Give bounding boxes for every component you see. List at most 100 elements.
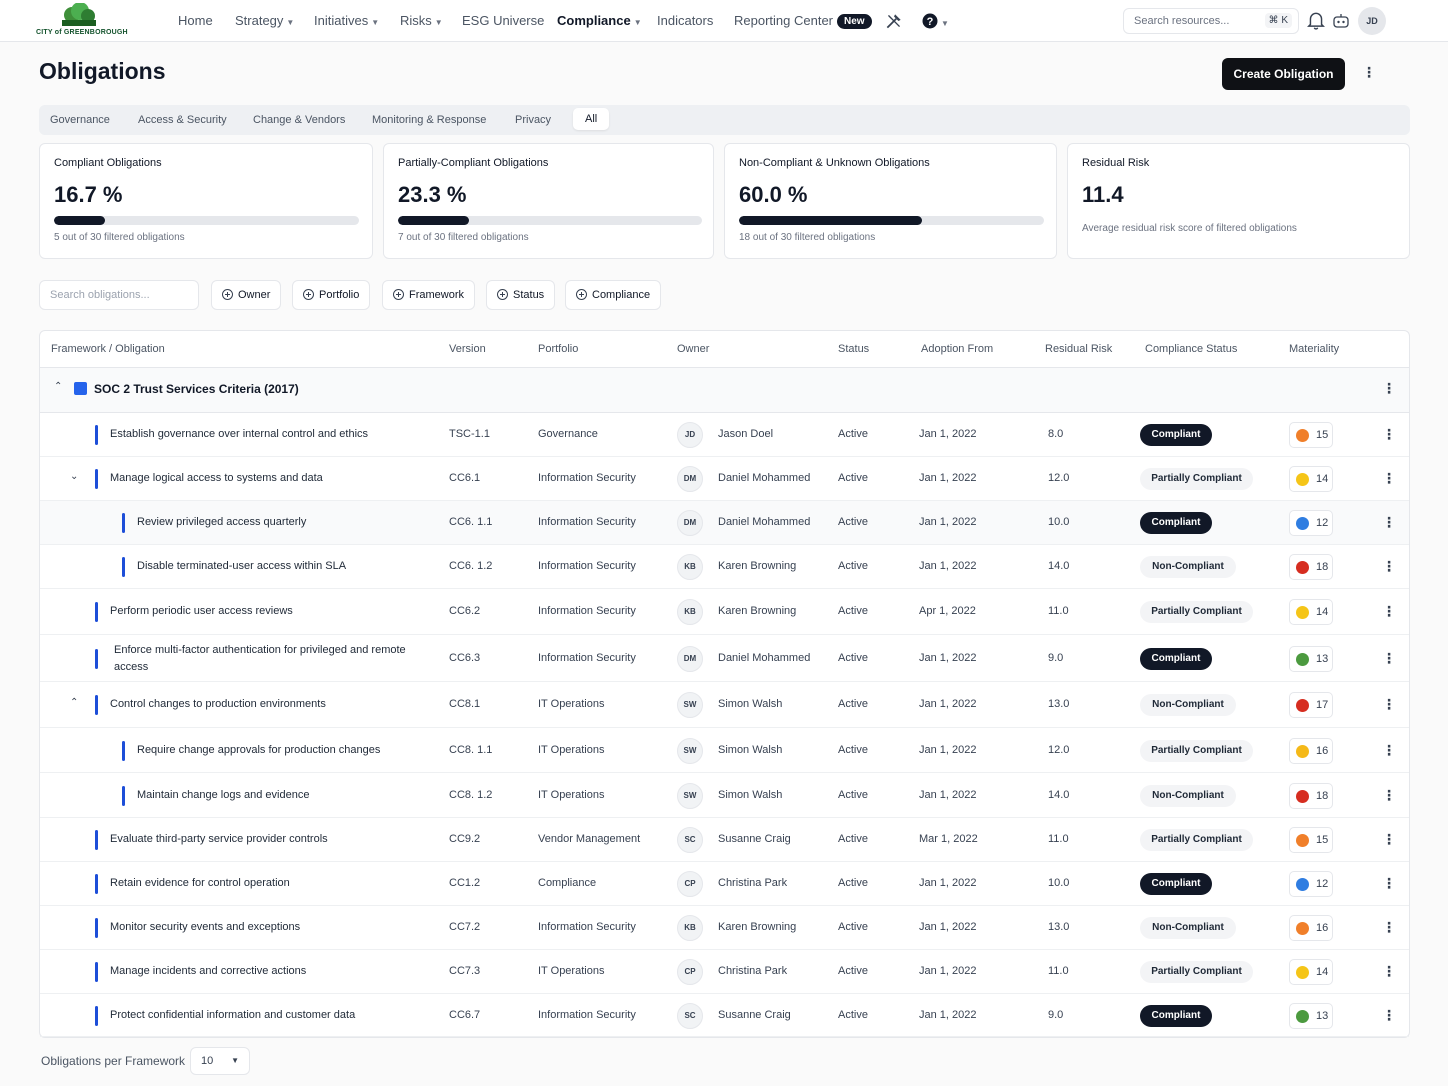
framework-group-row[interactable]: ⌃ SOC 2 Trust Services Criteria (2017) ⋮ (40, 368, 1409, 412)
obligation-name[interactable]: Enforce multi-factor authentication for … (114, 642, 419, 676)
tab-access-security[interactable]: Access & Security (138, 114, 227, 126)
table-row[interactable]: Retain evidence for control operation CC1… (40, 862, 1409, 906)
owner-name[interactable]: Karen Browning (718, 921, 796, 933)
search-obligations-input[interactable]: Search obligations... (39, 280, 199, 310)
obligation-name[interactable]: Require change approvals for production … (137, 742, 467, 759)
filter-owner-button[interactable]: Owner (211, 280, 282, 310)
owner-name[interactable]: Daniel Mohammed (718, 516, 810, 528)
table-row[interactable]: Perform periodic user access reviews CC6.… (40, 589, 1409, 635)
column-header-materiality[interactable]: Materiality (1289, 343, 1339, 355)
table-row[interactable]: Review privileged access quarterly CC6. 1… (40, 501, 1409, 545)
row-more-icon[interactable]: ⋮ (1382, 603, 1396, 620)
group-more-icon[interactable]: ⋮ (1382, 380, 1396, 397)
column-header-residual-risk[interactable]: Residual Risk (1045, 343, 1112, 355)
owner-name[interactable]: Karen Browning (718, 560, 796, 572)
row-more-icon[interactable]: ⋮ (1382, 696, 1396, 713)
row-more-icon[interactable]: ⋮ (1382, 650, 1396, 667)
user-avatar[interactable]: JD (1358, 7, 1386, 35)
owner-name[interactable]: Simon Walsh (718, 789, 782, 801)
filter-compliance-button[interactable]: Compliance (565, 280, 662, 310)
column-header-owner[interactable]: Owner (677, 343, 709, 355)
row-more-icon[interactable]: ⋮ (1382, 514, 1396, 531)
obligation-name[interactable]: Disable terminated-user access within SL… (137, 558, 467, 575)
table-row[interactable]: Require change approvals for production … (40, 728, 1409, 773)
nav-esg-universe[interactable]: ESG Universe (462, 13, 544, 28)
nav-initiatives[interactable]: Initiatives ▼ (314, 13, 379, 28)
assistant-icon[interactable] (1331, 10, 1351, 30)
table-row[interactable]: Maintain change logs and evidence CC8. 1.… (40, 773, 1409, 818)
filter-portfolio-button[interactable]: Portfolio (292, 280, 371, 310)
row-more-icon[interactable]: ⋮ (1382, 875, 1396, 892)
row-more-icon[interactable]: ⋮ (1382, 919, 1396, 936)
help-menu[interactable]: ? ▼ (922, 13, 949, 29)
column-header-framework[interactable]: Framework / Obligation (51, 343, 165, 355)
chevron-down-icon[interactable]: ⌄ (70, 471, 78, 482)
page-size-select[interactable]: 10 ▼ (190, 1047, 250, 1075)
owner-name[interactable]: Simon Walsh (718, 744, 782, 756)
owner-name[interactable]: Simon Walsh (718, 698, 782, 710)
row-more-icon[interactable]: ⋮ (1382, 787, 1396, 804)
table-row[interactable]: ⌄ Manage logical access to systems and da… (40, 457, 1409, 501)
tab-monitoring-response[interactable]: Monitoring & Response (372, 114, 486, 126)
column-header-compliance-status[interactable]: Compliance Status (1145, 343, 1237, 355)
column-header-version[interactable]: Version (449, 343, 486, 355)
bell-icon[interactable] (1306, 10, 1326, 30)
column-header-portfolio[interactable]: Portfolio (538, 343, 578, 355)
nav-reporting-center[interactable]: Reporting Center New (734, 13, 872, 29)
row-more-icon[interactable]: ⋮ (1382, 1007, 1396, 1024)
tab-governance[interactable]: Governance (50, 114, 110, 126)
column-header-adoption[interactable]: Adoption From (921, 343, 993, 355)
filter-framework-button[interactable]: Framework (382, 280, 476, 310)
obligation-name[interactable]: Manage logical access to systems and dat… (110, 470, 440, 487)
nav-strategy[interactable]: Strategy ▼ (235, 13, 294, 28)
chevron-up-icon[interactable]: ⌃ (54, 381, 62, 392)
tab-change-vendors[interactable]: Change & Vendors (253, 114, 345, 126)
obligation-name[interactable]: Monitor security events and exceptions (110, 919, 440, 936)
row-more-icon[interactable]: ⋮ (1382, 963, 1396, 980)
owner-name[interactable]: Christina Park (718, 877, 787, 889)
row-more-icon[interactable]: ⋮ (1382, 558, 1396, 575)
table-row[interactable]: Disable terminated-user access within SL… (40, 545, 1409, 589)
global-search-input[interactable]: Search resources... ⌘ K (1123, 8, 1299, 34)
nav-compliance[interactable]: Compliance ▼ (557, 13, 642, 28)
obligation-name[interactable]: Review privileged access quarterly (137, 514, 467, 531)
obligation-name[interactable]: Control changes to production environmen… (110, 696, 440, 713)
chevron-up-icon[interactable]: ⌃ (70, 697, 78, 708)
obligation-name[interactable]: Protect confidential information and cus… (110, 1007, 440, 1024)
create-obligation-button[interactable]: Create Obligation (1222, 58, 1345, 90)
owner-name[interactable]: Karen Browning (718, 605, 796, 617)
row-more-icon[interactable]: ⋮ (1382, 426, 1396, 443)
tab-privacy[interactable]: Privacy (515, 114, 551, 126)
owner-name[interactable]: Susanne Craig (718, 833, 791, 845)
city-logo[interactable]: CITY of GREENBOROUGH (36, 3, 128, 39)
owner-name[interactable]: Jason Doel (718, 428, 773, 440)
owner-name[interactable]: Daniel Mohammed (718, 472, 810, 484)
filter-status-button[interactable]: Status (486, 280, 556, 310)
obligation-name[interactable]: Manage incidents and corrective actions (110, 963, 440, 980)
obligation-name[interactable]: Establish governance over internal contr… (110, 426, 440, 443)
owner-name[interactable]: Daniel Mohammed (718, 652, 810, 664)
nav-risks[interactable]: Risks ▼ (400, 13, 443, 28)
table-row[interactable]: Manage incidents and corrective actions C… (40, 950, 1409, 994)
row-more-icon[interactable]: ⋮ (1382, 470, 1396, 487)
tab-all[interactable]: All (573, 108, 610, 130)
table-row[interactable]: Protect confidential information and cus… (40, 994, 1409, 1037)
owner-name[interactable]: Susanne Craig (718, 1009, 791, 1021)
owner-name[interactable]: Christina Park (718, 965, 787, 977)
tools-icon[interactable] (884, 11, 904, 31)
nav-indicators[interactable]: Indicators (657, 13, 713, 28)
nav-home[interactable]: Home (178, 13, 213, 28)
obligation-name[interactable]: Maintain change logs and evidence (137, 787, 467, 804)
row-more-icon[interactable]: ⋮ (1382, 831, 1396, 848)
table-row[interactable]: Evaluate third-party service provider co… (40, 818, 1409, 862)
row-more-icon[interactable]: ⋮ (1382, 742, 1396, 759)
page-more-icon[interactable]: ⋮ (1362, 64, 1376, 81)
table-row[interactable]: Enforce multi-factor authentication for … (40, 635, 1409, 682)
obligation-name[interactable]: Perform periodic user access reviews (110, 603, 440, 620)
table-row[interactable]: Monitor security events and exceptions CC… (40, 906, 1409, 950)
obligation-name[interactable]: Retain evidence for control operation (110, 875, 440, 892)
obligation-name[interactable]: Evaluate third-party service provider co… (110, 831, 440, 848)
table-row[interactable]: Establish governance over internal contr… (40, 413, 1409, 457)
table-row[interactable]: ⌃ Control changes to production environme… (40, 682, 1409, 728)
column-header-status[interactable]: Status (838, 343, 869, 355)
